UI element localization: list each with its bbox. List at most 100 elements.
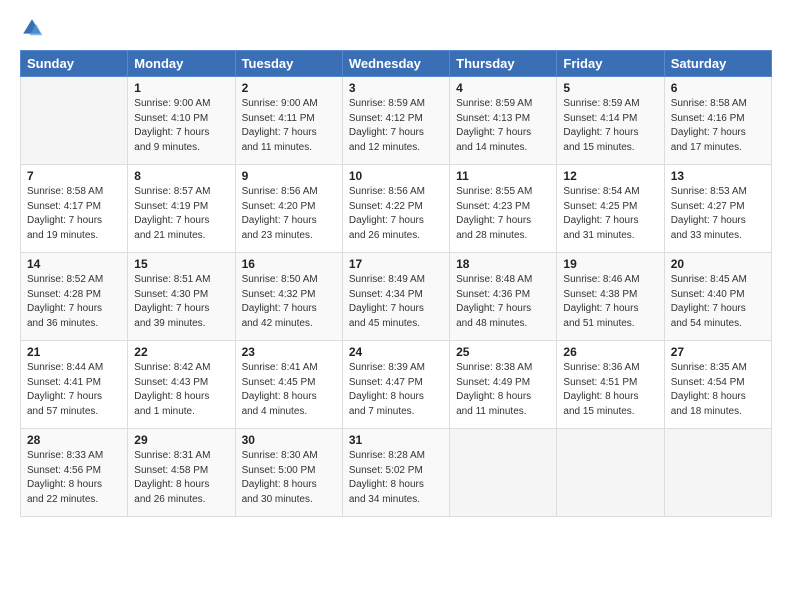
day-info: Sunrise: 8:44 AM Sunset: 4:41 PM Dayligh… xyxy=(27,361,121,419)
day-number: 23 xyxy=(242,345,336,359)
day-number: 6 xyxy=(671,81,765,95)
page-header xyxy=(20,16,772,40)
calendar-cell: 18 Sunrise: 8:48 AM Sunset: 4:36 PM Dayli… xyxy=(450,253,557,341)
calendar-cell: 1Sunrise: 9:00 AM Sunset: 4:10 PM Daylig… xyxy=(128,77,235,165)
day-info: Sunrise: 8:45 AM Sunset: 4:40 PM Dayligh… xyxy=(671,273,765,331)
calendar-cell: 9 Sunrise: 8:56 AM Sunset: 4:20 PM Daylig… xyxy=(235,165,342,253)
day-number: 15 xyxy=(134,257,228,271)
day-number: 17 xyxy=(349,257,443,271)
day-info: Sunrise: 8:36 AM Sunset: 4:51 PM Dayligh… xyxy=(563,361,657,419)
calendar-cell: 27Sunrise: 8:35 AM Sunset: 4:54 PM Dayli… xyxy=(664,341,771,429)
calendar-cell: 17 Sunrise: 8:49 AM Sunset: 4:34 PM Dayli… xyxy=(342,253,449,341)
day-info: Sunrise: 8:56 AM Sunset: 4:22 PM Dayligh… xyxy=(349,185,443,243)
calendar-cell: 19 Sunrise: 8:46 AM Sunset: 4:38 PM Dayli… xyxy=(557,253,664,341)
calendar-cell: 21 Sunrise: 8:44 AM Sunset: 4:41 PM Dayli… xyxy=(21,341,128,429)
day-info: Sunrise: 9:00 AM Sunset: 4:11 PM Dayligh… xyxy=(242,97,336,155)
calendar-cell xyxy=(21,77,128,165)
col-header-sunday: Sunday xyxy=(21,51,128,77)
day-info: Sunrise: 8:42 AM Sunset: 4:43 PM Dayligh… xyxy=(134,361,228,419)
col-header-tuesday: Tuesday xyxy=(235,51,342,77)
col-header-wednesday: Wednesday xyxy=(342,51,449,77)
calendar-cell: 16Sunrise: 8:50 AM Sunset: 4:32 PM Dayli… xyxy=(235,253,342,341)
week-row-5: 28Sunrise: 8:33 AM Sunset: 4:56 PM Dayli… xyxy=(21,429,772,517)
day-number: 3 xyxy=(349,81,443,95)
day-info: Sunrise: 8:38 AM Sunset: 4:49 PM Dayligh… xyxy=(456,361,550,419)
day-number: 22 xyxy=(134,345,228,359)
day-info: Sunrise: 9:00 AM Sunset: 4:10 PM Dayligh… xyxy=(134,97,228,155)
day-number: 20 xyxy=(671,257,765,271)
week-row-1: 1Sunrise: 9:00 AM Sunset: 4:10 PM Daylig… xyxy=(21,77,772,165)
day-number: 31 xyxy=(349,433,443,447)
day-number: 13 xyxy=(671,169,765,183)
day-info: Sunrise: 8:58 AM Sunset: 4:17 PM Dayligh… xyxy=(27,185,121,243)
day-number: 19 xyxy=(563,257,657,271)
day-info: Sunrise: 8:39 AM Sunset: 4:47 PM Dayligh… xyxy=(349,361,443,419)
calendar-cell xyxy=(557,429,664,517)
col-header-thursday: Thursday xyxy=(450,51,557,77)
calendar-cell: 5Sunrise: 8:59 AM Sunset: 4:14 PM Daylig… xyxy=(557,77,664,165)
calendar-body: 1Sunrise: 9:00 AM Sunset: 4:10 PM Daylig… xyxy=(21,77,772,517)
calendar-cell: 30Sunrise: 8:30 AM Sunset: 5:00 PM Dayli… xyxy=(235,429,342,517)
day-info: Sunrise: 8:50 AM Sunset: 4:32 PM Dayligh… xyxy=(242,273,336,331)
calendar-cell: 11 Sunrise: 8:55 AM Sunset: 4:23 PM Dayli… xyxy=(450,165,557,253)
day-info: Sunrise: 8:31 AM Sunset: 4:58 PM Dayligh… xyxy=(134,449,228,507)
day-number: 11 xyxy=(456,169,550,183)
calendar-cell: 24 Sunrise: 8:39 AM Sunset: 4:47 PM Dayli… xyxy=(342,341,449,429)
day-info: Sunrise: 8:58 AM Sunset: 4:16 PM Dayligh… xyxy=(671,97,765,155)
day-number: 26 xyxy=(563,345,657,359)
day-info: Sunrise: 8:59 AM Sunset: 4:13 PM Dayligh… xyxy=(456,97,550,155)
calendar-cell: 10 Sunrise: 8:56 AM Sunset: 4:22 PM Dayli… xyxy=(342,165,449,253)
day-number: 9 xyxy=(242,169,336,183)
day-info: Sunrise: 8:41 AM Sunset: 4:45 PM Dayligh… xyxy=(242,361,336,419)
week-row-4: 21 Sunrise: 8:44 AM Sunset: 4:41 PM Dayli… xyxy=(21,341,772,429)
calendar-cell: 2 Sunrise: 9:00 AM Sunset: 4:11 PM Daylig… xyxy=(235,77,342,165)
calendar-cell: 6 Sunrise: 8:58 AM Sunset: 4:16 PM Daylig… xyxy=(664,77,771,165)
day-number: 25 xyxy=(456,345,550,359)
week-row-2: 7 Sunrise: 8:58 AM Sunset: 4:17 PM Daylig… xyxy=(21,165,772,253)
calendar-cell: 14Sunrise: 8:52 AM Sunset: 4:28 PM Dayli… xyxy=(21,253,128,341)
calendar-cell: 29Sunrise: 8:31 AM Sunset: 4:58 PM Dayli… xyxy=(128,429,235,517)
day-info: Sunrise: 8:49 AM Sunset: 4:34 PM Dayligh… xyxy=(349,273,443,331)
day-number: 28 xyxy=(27,433,121,447)
day-number: 7 xyxy=(27,169,121,183)
day-info: Sunrise: 8:46 AM Sunset: 4:38 PM Dayligh… xyxy=(563,273,657,331)
day-number: 10 xyxy=(349,169,443,183)
day-info: Sunrise: 8:28 AM Sunset: 5:02 PM Dayligh… xyxy=(349,449,443,507)
calendar-header: SundayMondayTuesdayWednesdayThursdayFrid… xyxy=(21,51,772,77)
calendar-cell: 8 Sunrise: 8:57 AM Sunset: 4:19 PM Daylig… xyxy=(128,165,235,253)
day-info: Sunrise: 8:30 AM Sunset: 5:00 PM Dayligh… xyxy=(242,449,336,507)
calendar-cell: 31 Sunrise: 8:28 AM Sunset: 5:02 PM Dayli… xyxy=(342,429,449,517)
week-row-3: 14Sunrise: 8:52 AM Sunset: 4:28 PM Dayli… xyxy=(21,253,772,341)
logo xyxy=(20,16,48,40)
calendar-cell: 13 Sunrise: 8:53 AM Sunset: 4:27 PM Dayli… xyxy=(664,165,771,253)
calendar-cell xyxy=(664,429,771,517)
header-row: SundayMondayTuesdayWednesdayThursdayFrid… xyxy=(21,51,772,77)
day-info: Sunrise: 8:59 AM Sunset: 4:12 PM Dayligh… xyxy=(349,97,443,155)
day-number: 4 xyxy=(456,81,550,95)
day-info: Sunrise: 8:48 AM Sunset: 4:36 PM Dayligh… xyxy=(456,273,550,331)
day-info: Sunrise: 8:53 AM Sunset: 4:27 PM Dayligh… xyxy=(671,185,765,243)
day-info: Sunrise: 8:54 AM Sunset: 4:25 PM Dayligh… xyxy=(563,185,657,243)
day-info: Sunrise: 8:56 AM Sunset: 4:20 PM Dayligh… xyxy=(242,185,336,243)
day-number: 12 xyxy=(563,169,657,183)
calendar-cell: 15 Sunrise: 8:51 AM Sunset: 4:30 PM Dayli… xyxy=(128,253,235,341)
calendar-cell: 23 Sunrise: 8:41 AM Sunset: 4:45 PM Dayli… xyxy=(235,341,342,429)
day-info: Sunrise: 8:52 AM Sunset: 4:28 PM Dayligh… xyxy=(27,273,121,331)
day-info: Sunrise: 8:55 AM Sunset: 4:23 PM Dayligh… xyxy=(456,185,550,243)
day-info: Sunrise: 8:57 AM Sunset: 4:19 PM Dayligh… xyxy=(134,185,228,243)
calendar-cell: 3 Sunrise: 8:59 AM Sunset: 4:12 PM Daylig… xyxy=(342,77,449,165)
calendar-cell: 4 Sunrise: 8:59 AM Sunset: 4:13 PM Daylig… xyxy=(450,77,557,165)
day-number: 8 xyxy=(134,169,228,183)
calendar-table: SundayMondayTuesdayWednesdayThursdayFrid… xyxy=(20,50,772,517)
day-number: 18 xyxy=(456,257,550,271)
day-info: Sunrise: 8:35 AM Sunset: 4:54 PM Dayligh… xyxy=(671,361,765,419)
day-info: Sunrise: 8:51 AM Sunset: 4:30 PM Dayligh… xyxy=(134,273,228,331)
calendar-cell: 12 Sunrise: 8:54 AM Sunset: 4:25 PM Dayli… xyxy=(557,165,664,253)
day-number: 2 xyxy=(242,81,336,95)
calendar-cell: 20 Sunrise: 8:45 AM Sunset: 4:40 PM Dayli… xyxy=(664,253,771,341)
calendar-cell: 22 Sunrise: 8:42 AM Sunset: 4:43 PM Dayli… xyxy=(128,341,235,429)
calendar-cell xyxy=(450,429,557,517)
calendar-cell: 26 Sunrise: 8:36 AM Sunset: 4:51 PM Dayli… xyxy=(557,341,664,429)
day-number: 21 xyxy=(27,345,121,359)
day-number: 24 xyxy=(349,345,443,359)
